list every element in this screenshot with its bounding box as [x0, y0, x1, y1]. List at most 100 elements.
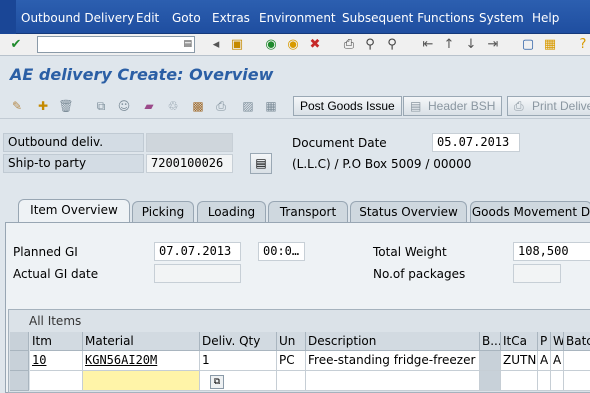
help-icon[interactable]: ? [575, 37, 590, 53]
document-date-label: Document Date [292, 136, 387, 150]
change-pencil-icon[interactable]: ✎ [9, 98, 25, 114]
planned-gi-time-field[interactable]: 00:0… [258, 242, 305, 261]
tab-status-overview[interactable]: Status Overview [350, 201, 467, 223]
cell-unit[interactable]: PC [277, 351, 306, 371]
menu-extras[interactable]: Extras [212, 11, 250, 25]
col-itca[interactable]: ItCa [501, 332, 538, 351]
dates-icon[interactable]: ♲ [165, 98, 181, 114]
find-icon[interactable]: ⚲ [362, 37, 378, 53]
col-b[interactable]: B... [480, 332, 501, 351]
find-next-icon[interactable]: ⚲ [384, 37, 400, 53]
cell-deliv-qty-empty[interactable]: ⧉ [200, 371, 277, 391]
shipment-icon[interactable]: ▨ [240, 98, 256, 114]
post-goods-issue-button[interactable]: Post Goods Issue [293, 96, 402, 116]
cell-p-empty[interactable] [538, 371, 551, 391]
copy-icon[interactable]: ⧉ [93, 98, 109, 114]
cell-p[interactable]: A [538, 351, 551, 371]
tab-item-overview[interactable]: Item Overview [18, 199, 130, 223]
document-date-field[interactable]: 05.07.2013 [432, 133, 520, 152]
row-selector[interactable] [10, 351, 29, 371]
col-item[interactable]: Itm [30, 332, 83, 351]
cell-b-empty[interactable] [480, 371, 501, 391]
tab-goods-movement-data[interactable]: Goods Movement D [470, 201, 590, 223]
cell-deliv-qty[interactable]: 1 [200, 351, 277, 371]
cell-itca[interactable]: ZUTN [501, 351, 538, 371]
create-icon[interactable]: ✚ [35, 98, 51, 114]
exit-icon[interactable]: ◉ [285, 37, 301, 53]
menu-edit[interactable]: Edit [136, 11, 159, 25]
print-delivery-button[interactable]: ⎙ Print Delive [507, 96, 590, 116]
col-unit[interactable]: Un [277, 332, 306, 351]
col-w[interactable]: W [551, 332, 564, 351]
packages-label: No.of packages [373, 267, 466, 281]
col-p[interactable]: P [538, 332, 551, 351]
planned-gi-label: Planned GI [13, 245, 78, 259]
cell-batch[interactable] [564, 351, 590, 371]
actual-gi-date-field[interactable] [154, 264, 241, 283]
menu-help[interactable]: Help [532, 11, 559, 25]
back-icon[interactable]: ◉ [263, 37, 279, 53]
menu-goto[interactable]: Goto [172, 11, 201, 25]
total-weight-label: Total Weight [373, 245, 447, 259]
cell-item[interactable]: 10 [30, 351, 83, 371]
row-selector[interactable] [10, 371, 29, 391]
cell-batch-empty[interactable] [564, 371, 590, 391]
next-page-icon[interactable]: ↓ [463, 37, 479, 53]
tab-picking[interactable]: Picking [132, 201, 194, 223]
enter-checkmark-icon[interactable]: ✔ [8, 37, 24, 53]
shortcut-icon[interactable]: ▦ [542, 37, 558, 53]
value-help-icon[interactable]: ⧉ [210, 375, 224, 389]
menu-environment[interactable]: Environment [259, 11, 336, 25]
cell-material[interactable]: KGN56AI20M [83, 351, 200, 371]
previous-page-icon[interactable]: ↑ [441, 37, 457, 53]
tab-loading[interactable]: Loading [197, 201, 266, 223]
menu-outbound-delivery[interactable]: Outbound Delivery [21, 11, 134, 25]
total-weight-field[interactable]: 108,500 [513, 242, 590, 261]
tab-strip: Item Overview Picking Loading Transport … [0, 199, 590, 223]
cell-material-input[interactable] [83, 371, 200, 391]
command-dropdown-icon[interactable]: ▤ [183, 39, 192, 49]
cell-w-empty[interactable] [551, 371, 564, 391]
cell-w[interactable]: A [551, 351, 564, 371]
col-batch[interactable]: Batch [564, 332, 590, 351]
menu-subsequent-functions[interactable]: Subsequent Functions [342, 11, 475, 25]
tab-transport[interactable]: Transport [268, 201, 348, 223]
command-field[interactable]: ▤ [37, 36, 195, 53]
select-all-cell[interactable] [10, 332, 29, 351]
planned-gi-date-field[interactable]: 07.07.2013 [154, 242, 241, 261]
sap-logo [0, 0, 16, 34]
menu-system[interactable]: System [479, 11, 524, 25]
cell-description[interactable]: Free-standing fridge-freezer [306, 351, 480, 371]
application-toolbar: ✎ ✚ 🗑 ⧉ ☺ ▰ ♲ ▩ ⎙ ▨ ▦ Post Goods Issue ▤… [0, 94, 590, 119]
cancel-icon[interactable]: ✖ [307, 37, 323, 53]
outbound-delivery-field[interactable] [146, 133, 233, 152]
create-session-icon[interactable]: ▢ [520, 37, 536, 53]
output-icon[interactable]: ⎙ [213, 98, 229, 114]
delete-icon[interactable]: 🗑 [58, 98, 74, 114]
cell-b[interactable] [480, 351, 501, 371]
ship-to-address-button[interactable]: ▤ [250, 153, 272, 174]
header-bsh-button[interactable]: ▤ Header BSH [403, 96, 503, 116]
col-deliv-qty[interactable]: Deliv. Qty [200, 332, 277, 351]
cell-unit-empty[interactable] [277, 371, 306, 391]
col-material[interactable]: Material [83, 332, 200, 351]
header-bsh-label: Header BSH [428, 99, 496, 113]
packages-field[interactable] [513, 264, 561, 283]
nav-left-icon[interactable]: ◂ [208, 37, 224, 53]
save-icon[interactable]: ▣ [229, 37, 245, 53]
first-page-icon[interactable]: ⇤ [420, 37, 436, 53]
cell-itca-empty[interactable] [501, 371, 538, 391]
texts-icon[interactable]: ▰ [141, 98, 157, 114]
print-icon[interactable]: ⎙ [341, 37, 357, 53]
packing-icon[interactable]: ▩ [190, 98, 206, 114]
partner-icon[interactable]: ☺ [116, 98, 132, 114]
col-description[interactable]: Description [306, 332, 480, 351]
last-page-icon[interactable]: ⇥ [485, 37, 501, 53]
print-delivery-icon: ⎙ [514, 99, 524, 113]
standard-toolbar: ✔ ▤ ◂ ▣ ◉ ◉ ✖ ⎙ ⚲ ⚲ ⇤ ↑ ↓ ⇥ ▢ ▦ ? [0, 34, 590, 56]
header-bsh-icon: ▤ [410, 99, 422, 113]
cell-description-empty[interactable] [306, 371, 480, 391]
ship-to-party-field[interactable]: 7200100026 [146, 154, 233, 173]
cell-item-empty[interactable] [30, 371, 83, 391]
documents-icon[interactable]: ▦ [263, 98, 279, 114]
